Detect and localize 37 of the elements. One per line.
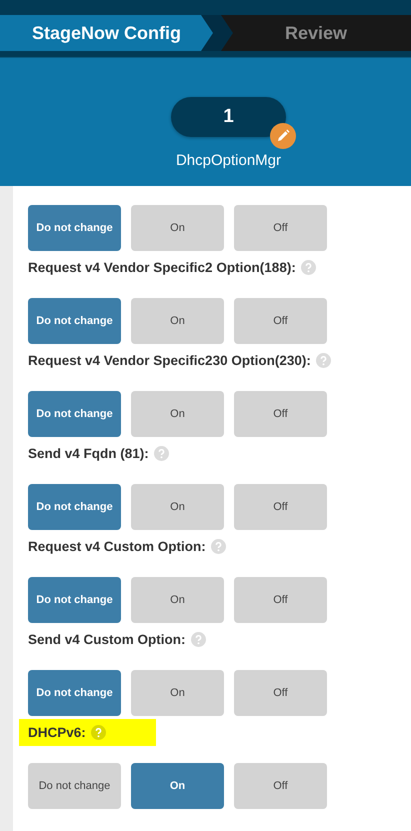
module-name: DhcpOptionMgr — [176, 152, 282, 169]
option-button[interactable]: Off — [234, 298, 327, 344]
option-button[interactable]: On — [131, 205, 224, 251]
option-button[interactable]: On — [131, 391, 224, 437]
option-label: Request v4 Custom Option: — [28, 539, 206, 554]
option-button[interactable]: On — [131, 577, 224, 623]
option-button[interactable]: Do not change — [28, 763, 121, 809]
option-button[interactable]: Do not change — [28, 391, 121, 437]
edit-icon[interactable] — [270, 123, 296, 149]
option-label: Request v4 Vendor Specific230 Option(230): — [28, 353, 311, 368]
option-button[interactable]: Do not change — [28, 205, 121, 251]
option-button[interactable]: On — [131, 298, 224, 344]
option-button[interactable]: On — [131, 670, 224, 716]
option-button[interactable]: Off — [234, 205, 327, 251]
option-button[interactable]: Off — [234, 763, 327, 809]
help-icon[interactable] — [190, 632, 206, 647]
step-tab[interactable]: StageNow Config — [0, 15, 213, 51]
option-button[interactable]: Do not change — [28, 670, 121, 716]
option-button[interactable]: Off — [234, 391, 327, 437]
option-button[interactable]: Off — [234, 484, 327, 530]
option-label: Send v4 Custom Option: — [28, 632, 186, 647]
option-label: Send v4 Fqdn (81): — [28, 446, 149, 461]
option-button[interactable]: On — [131, 763, 224, 809]
option-button[interactable]: Do not change — [28, 298, 121, 344]
help-icon[interactable] — [316, 353, 331, 368]
option-button[interactable]: Off — [234, 577, 327, 623]
help-icon[interactable] — [90, 725, 106, 740]
option-button[interactable]: On — [131, 484, 224, 530]
option-button[interactable]: Do not change — [28, 484, 121, 530]
option-label: DHCPv6: — [28, 725, 86, 740]
step-tab[interactable]: Review — [221, 15, 411, 51]
option-button[interactable]: Off — [234, 670, 327, 716]
option-button[interactable]: Do not change — [28, 577, 121, 623]
help-icon[interactable] — [154, 446, 169, 461]
option-label: Request v4 Vendor Specific2 Option(188): — [28, 260, 296, 275]
help-icon[interactable] — [210, 539, 226, 554]
help-icon[interactable] — [300, 260, 316, 275]
